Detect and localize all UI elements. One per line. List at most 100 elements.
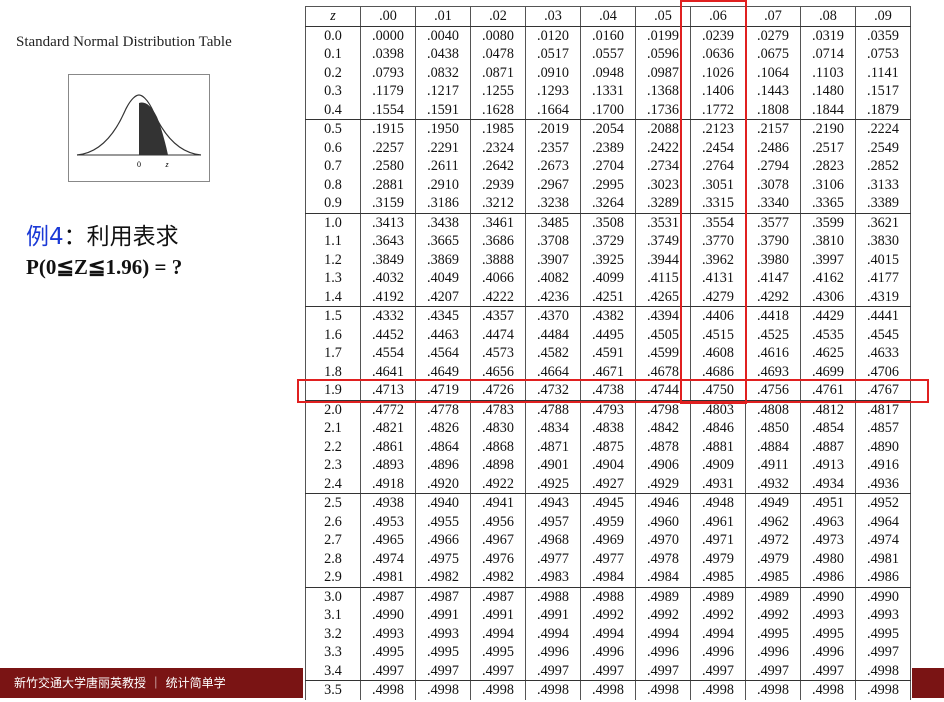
header-col: .03: [525, 6, 581, 27]
prob-cell: .4993: [800, 606, 856, 625]
table-row: 1.5.4332.4345.4357.4370.4382.4394.4406.4…: [305, 306, 911, 326]
table-row: 1.0.3413.3438.3461.3485.3508.3531.3554.3…: [305, 213, 911, 232]
prob-cell: .2054: [580, 119, 636, 139]
z-table: z .00.01.02.03.04.05.06.07.08.09 0.0.0000…: [305, 6, 911, 700]
prob-cell: .3340: [745, 194, 801, 214]
z-value-cell: 0.3: [305, 82, 361, 101]
prob-cell: .2324: [470, 138, 526, 157]
z-value-cell: 2.1: [305, 419, 361, 438]
z-value-cell: 2.3: [305, 456, 361, 475]
header-col: .02: [470, 6, 526, 27]
prob-cell: .0160: [580, 26, 636, 45]
z-value-cell: 0.4: [305, 100, 361, 120]
prob-cell: .2967: [525, 175, 581, 194]
prob-cell: .3621: [855, 213, 911, 232]
table-row: 1.1.3643.3665.3686.3708.3729.3749.3770.3…: [305, 232, 911, 251]
prob-cell: .4972: [745, 531, 801, 550]
table-row: 2.4.4918.4920.4922.4925.4927.4929.4931.4…: [305, 474, 911, 494]
prob-cell: .4987: [470, 587, 526, 606]
prob-cell: .4988: [525, 587, 581, 606]
prob-cell: .4998: [635, 680, 691, 700]
prob-cell: .4964: [855, 512, 911, 531]
prob-cell: .4147: [745, 269, 801, 288]
prob-cell: .4920: [415, 474, 471, 494]
z-value-cell: 1.6: [305, 325, 361, 344]
prob-cell: .3830: [855, 232, 911, 251]
prob-cell: .4997: [525, 661, 581, 681]
z-value-cell: 2.5: [305, 493, 361, 513]
prob-cell: .4452: [360, 325, 416, 344]
table-row: 2.6.4953.4955.4956.4957.4959.4960.4961.4…: [305, 512, 911, 531]
table-row: 0.5.1915.1950.1985.2019.2054.2088.2123.2…: [305, 119, 911, 139]
prob-cell: .4821: [360, 419, 416, 438]
prob-cell: .3389: [855, 194, 911, 214]
prob-cell: .4985: [690, 568, 746, 588]
prob-cell: .4998: [470, 680, 526, 700]
prob-cell: .0753: [855, 45, 911, 64]
header-col: .00: [360, 6, 416, 27]
z-value-cell: 0.7: [305, 157, 361, 176]
footer-bar-right: [912, 668, 944, 698]
prob-cell: .4988: [580, 587, 636, 606]
prob-cell: .4994: [635, 624, 691, 643]
prob-cell: .4495: [580, 325, 636, 344]
prob-cell: .4545: [855, 325, 911, 344]
example-label: 例4: [26, 224, 64, 250]
prob-cell: .2357: [525, 138, 581, 157]
prob-cell: .4995: [800, 624, 856, 643]
prob-cell: .2881: [360, 175, 416, 194]
prob-cell: .4993: [855, 606, 911, 625]
prob-cell: .3810: [800, 232, 856, 251]
prob-cell: .2910: [415, 175, 471, 194]
prob-cell: .4904: [580, 456, 636, 475]
prob-cell: .3577: [745, 213, 801, 232]
prob-cell: .4207: [415, 287, 471, 307]
prob-cell: .4893: [360, 456, 416, 475]
prob-cell: .2673: [525, 157, 581, 176]
prob-cell: .4986: [800, 568, 856, 588]
prob-cell: .4633: [855, 344, 911, 363]
example-block: 例4：利用表求 P(0≦Z≦1.96) = ?: [26, 222, 182, 282]
prob-cell: .2019: [525, 119, 581, 139]
prob-cell: .4913: [800, 456, 856, 475]
prob-cell: .3643: [360, 232, 416, 251]
prob-cell: .4998: [745, 680, 801, 700]
z-value-cell: 3.0: [305, 587, 361, 606]
prob-cell: .3133: [855, 175, 911, 194]
prob-cell: .4998: [855, 661, 911, 681]
prob-cell: .4973: [800, 531, 856, 550]
prob-cell: .3106: [800, 175, 856, 194]
prob-cell: .4949: [745, 493, 801, 513]
prob-cell: .4993: [415, 624, 471, 643]
prob-cell: .1255: [470, 82, 526, 101]
z-value-cell: 0.9: [305, 194, 361, 214]
prob-cell: .0438: [415, 45, 471, 64]
table-row: 0.6.2257.2291.2324.2357.2389.2422.2454.2…: [305, 138, 911, 157]
table-row: 1.6.4452.4463.4474.4484.4495.4505.4515.4…: [305, 325, 911, 344]
prob-cell: .1700: [580, 100, 636, 120]
prob-cell: .4306: [800, 287, 856, 307]
z-value-cell: 3.4: [305, 661, 361, 681]
prob-cell: .4909: [690, 456, 746, 475]
prob-cell: .4962: [745, 512, 801, 531]
prob-cell: .4969: [580, 531, 636, 550]
prob-cell: .4970: [635, 531, 691, 550]
prob-cell: .3907: [525, 250, 581, 269]
prob-cell: .2704: [580, 157, 636, 176]
header-col: .07: [745, 6, 801, 27]
z-value-cell: 2.2: [305, 437, 361, 456]
prob-cell: .4956: [470, 512, 526, 531]
prob-cell: .4997: [690, 661, 746, 681]
prob-cell: .4850: [745, 419, 801, 438]
prob-cell: .4991: [525, 606, 581, 625]
prob-cell: .4842: [635, 419, 691, 438]
prob-cell: .0910: [525, 63, 581, 82]
prob-cell: .4990: [855, 587, 911, 606]
prob-cell: .4162: [800, 269, 856, 288]
z-value-cell: 1.4: [305, 287, 361, 307]
prob-cell: .4082: [525, 269, 581, 288]
prob-cell: .4906: [635, 456, 691, 475]
prob-cell: .4998: [415, 680, 471, 700]
prob-cell: .4319: [855, 287, 911, 307]
shaded-area: [139, 102, 168, 155]
